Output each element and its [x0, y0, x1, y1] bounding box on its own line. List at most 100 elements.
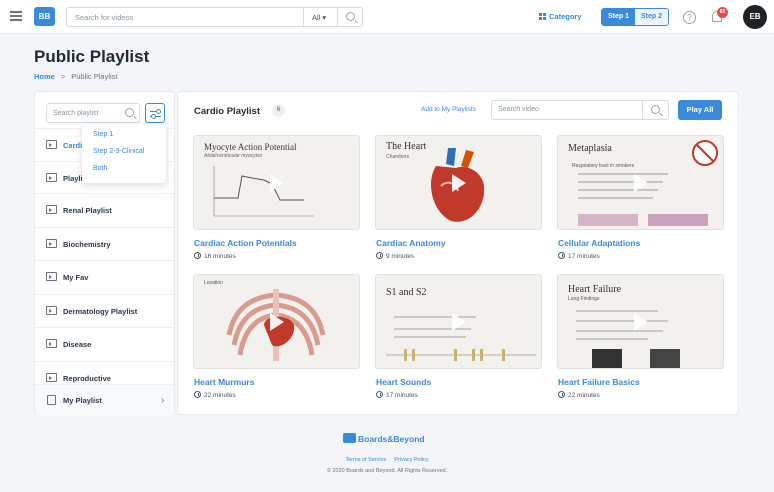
filter-dropdown: Step 1 Step 2-3-Clinical Both	[82, 124, 166, 183]
video-search[interactable]: Search for videos All ▾	[66, 7, 363, 27]
sliders-icon	[150, 108, 161, 115]
video-thumbnail[interactable]: Location	[194, 275, 359, 368]
video-duration: 9 minutes	[376, 252, 414, 260]
sidebar-item-biochemistry[interactable]: Biochemistry	[35, 227, 174, 260]
breadcrumb-current: Public Playlist	[71, 72, 118, 81]
terms-link[interactable]: Terms of Service	[345, 457, 386, 463]
add-to-my-playlists-link[interactable]: Add to My Playlists	[421, 106, 476, 113]
footer-logo[interactable]: Boards&Beyond	[343, 433, 425, 444]
avatar[interactable]: EB	[743, 5, 767, 29]
brand-icon	[343, 433, 356, 443]
category-label: Category	[549, 12, 582, 21]
video-search-placeholder: Search video	[498, 106, 539, 113]
search-icon[interactable]	[651, 105, 660, 114]
video-duration: 16 minutes	[194, 252, 236, 260]
breadcrumb-separator: >	[60, 72, 66, 81]
playlist-icon	[46, 140, 57, 149]
grid-icon	[539, 13, 546, 20]
thumbnail-subtitle: Respiratory tract in smokers	[572, 163, 635, 169]
search-input[interactable]: Search for videos	[75, 13, 133, 22]
video-search-input[interactable]: Search video	[491, 100, 669, 120]
play-icon	[634, 313, 648, 331]
clock-icon	[194, 252, 201, 259]
step-toggle: Step 1 Step 2	[601, 8, 670, 26]
clock-icon	[376, 252, 383, 259]
step1-button[interactable]: Step 1	[602, 9, 636, 25]
search-icon[interactable]	[125, 108, 134, 117]
copyright: © 2020 Boards and Beyond. All Rights Res…	[326, 468, 448, 474]
video-count-badge: 6	[272, 104, 285, 117]
search-button[interactable]	[337, 8, 363, 26]
thumbnail-title: Location	[204, 280, 223, 286]
video-thumbnail[interactable]: Metaplasia Respiratory tract in smokers	[558, 136, 723, 229]
video-title[interactable]: Heart Sounds	[376, 377, 431, 387]
video-thumbnail[interactable]: The Heart Chambers	[376, 136, 541, 229]
sidebar-item-my-fav[interactable]: My Fav	[35, 260, 174, 293]
playlist-icon	[46, 272, 57, 281]
help-icon[interactable]: ?	[683, 11, 696, 24]
video-title[interactable]: Heart Failure Basics	[558, 377, 640, 387]
category-menu[interactable]: Category	[539, 12, 582, 21]
sidebar-item-dermatology-playlist[interactable]: Dermatology Playlist	[35, 294, 174, 327]
video-duration: 17 minutes	[558, 252, 600, 260]
play-icon	[270, 174, 284, 192]
playlist-icon	[46, 239, 57, 248]
video-thumbnail[interactable]: Heart Failure Lung Findings	[558, 275, 723, 368]
my-playlist-link[interactable]: My Playlist ›	[35, 384, 174, 415]
playlist-search-input[interactable]: Search playlist	[46, 103, 140, 123]
search-icon	[346, 12, 355, 21]
calendar-icon	[47, 395, 56, 405]
play-icon	[452, 174, 466, 192]
filter-option-both[interactable]: Both	[93, 165, 107, 172]
playlist-icon	[46, 173, 57, 182]
breadcrumb: Home > Public Playlist	[34, 72, 118, 81]
filter-button[interactable]	[145, 103, 165, 123]
top-bar: BB Search for videos All ▾ Category Step…	[0, 0, 774, 34]
video-duration: 17 minutes	[376, 391, 418, 399]
chevron-right-icon: ›	[161, 395, 165, 406]
thumbnail-title: S1 and S2	[386, 287, 427, 298]
thumbnail-title: Myocyte Action Potential	[204, 142, 297, 152]
video-thumbnail[interactable]: Myocyte Action Potential Atrial/ventricu…	[194, 136, 359, 229]
video-title[interactable]: Cellular Adaptations	[558, 238, 640, 248]
play-icon	[270, 313, 284, 331]
play-icon	[452, 313, 466, 331]
footer-links: Terms of Service · Privacy Policy	[345, 457, 429, 463]
menu-icon[interactable]	[10, 11, 22, 21]
play-all-button[interactable]: Play All	[678, 100, 722, 120]
thumbnail-subtitle: Chambers	[386, 154, 410, 160]
thumbnail-subtitle: Lung Findings	[568, 296, 600, 302]
filter-option-step2-3-clinical[interactable]: Step 2-3-Clinical	[93, 148, 144, 155]
playlist-icon	[46, 373, 57, 382]
notification-badge: 65	[717, 7, 728, 18]
brand-logo[interactable]: BB	[34, 7, 55, 26]
playlist-icon	[46, 205, 57, 214]
sidebar-item-label: Biochemistry	[63, 240, 111, 249]
sidebar-item-label: Reproductive	[63, 374, 111, 383]
playlist-title: Cardio Playlist	[194, 106, 260, 117]
video-title[interactable]: Cardiac Action Potentials	[194, 238, 297, 248]
sidebar-item-disease[interactable]: Disease	[35, 327, 174, 360]
clock-icon	[558, 252, 565, 259]
clock-icon	[376, 391, 383, 398]
playlist-search-placeholder: Search playlist	[53, 110, 99, 117]
video-duration: 22 minutes	[194, 391, 236, 399]
filter-option-step1[interactable]: Step 1	[93, 131, 113, 138]
thumbnail-title: The Heart	[386, 141, 427, 152]
playlist-icon	[46, 306, 57, 315]
thumbnail-title: Heart Failure	[568, 284, 622, 295]
video-title[interactable]: Cardiac Anatomy	[376, 238, 446, 248]
thumbnail-subtitle: Atrial/ventricular myocytes	[204, 153, 263, 159]
footer-brand: Boards&Beyond	[358, 434, 425, 444]
my-playlist-label: My Playlist	[63, 396, 102, 405]
privacy-link[interactable]: Privacy Policy	[394, 457, 428, 463]
breadcrumb-home[interactable]: Home	[34, 72, 55, 81]
sidebar-item-renal-playlist[interactable]: Renal Playlist	[35, 193, 174, 226]
sidebar-item-label: My Fav	[63, 273, 89, 282]
playlist-icon	[46, 339, 57, 348]
video-title[interactable]: Heart Murmurs	[194, 377, 254, 387]
step2-button[interactable]: Step 2	[635, 9, 669, 25]
clock-icon	[558, 391, 565, 398]
search-scope-select[interactable]: All ▾	[303, 8, 337, 26]
video-thumbnail[interactable]: S1 and S2	[376, 275, 541, 368]
